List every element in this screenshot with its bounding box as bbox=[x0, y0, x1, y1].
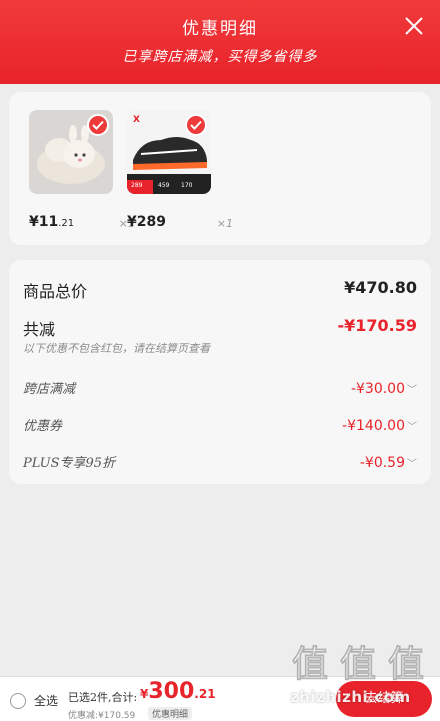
select-all-label[interactable]: 全选 bbox=[34, 692, 58, 709]
checkout-bar: 全选 已选2件,合计: ¥300.21 优惠减:¥170.59 优惠明细 去结算 bbox=[0, 676, 440, 721]
total-discount-value: -¥170.59 bbox=[337, 316, 417, 335]
product-qty: ×1 bbox=[216, 217, 233, 230]
discount-item-label: 跨店满减 bbox=[23, 382, 76, 397]
product-image-sneaker: X 289 459 170 bbox=[127, 110, 211, 194]
selected-count: 已选2件,合计: bbox=[68, 691, 138, 704]
discount-item-value: -¥30.00 bbox=[350, 381, 405, 397]
chevron-down-icon[interactable]: ﹀ bbox=[407, 459, 417, 470]
discount-item-value-wrap: -¥0.59 ﹀ bbox=[360, 452, 417, 471]
order-total: ¥300.21 bbox=[140, 679, 216, 704]
check-icon[interactable] bbox=[87, 114, 109, 136]
checkout-button[interactable]: 去结算 bbox=[336, 681, 432, 717]
chevron-down-icon[interactable]: ﹀ bbox=[407, 385, 417, 396]
discount-item-label: PLUS专享95折 bbox=[23, 456, 116, 471]
subtotal-label: 商品总价 bbox=[23, 282, 88, 301]
discount-note: 以下优惠不包含红包，请在结算页查看 bbox=[23, 342, 210, 355]
check-icon[interactable] bbox=[185, 114, 207, 136]
total-discount-label: 共减 bbox=[23, 320, 56, 339]
discount-item-label: 优惠券 bbox=[23, 419, 63, 434]
chevron-down-icon[interactable]: ﹀ bbox=[407, 422, 417, 433]
close-icon[interactable] bbox=[402, 14, 426, 38]
header: 优惠明细 已享跨店满减，买得多省得多 bbox=[0, 0, 440, 84]
brand-logo: X bbox=[133, 115, 140, 125]
product-image-slipper bbox=[29, 110, 113, 194]
discount-item-value: -¥0.59 bbox=[359, 455, 405, 471]
product-card: ¥11.21 ×1 X 289 459 170 ¥289 ×1 bbox=[9, 92, 431, 245]
discount-item-value-wrap: -¥140.00 ﹀ bbox=[342, 415, 417, 434]
discount-summary: 优惠减:¥170.59 bbox=[68, 711, 136, 721]
product-price: ¥11.21 bbox=[29, 214, 75, 230]
product-item-slipper[interactable]: ¥11.21 ×1 bbox=[29, 110, 135, 230]
page-title: 优惠明细 bbox=[182, 19, 258, 39]
subtotal-value: ¥470.80 bbox=[344, 278, 417, 297]
radio-icon[interactable] bbox=[10, 693, 26, 709]
discount-detail-chip[interactable]: 优惠明细 bbox=[148, 707, 193, 720]
price-summary-card: 商品总价 ¥470.80 共减 -¥170.59 以下优惠不包含红包，请在结算页… bbox=[9, 260, 431, 484]
discount-item-value: -¥140.00 bbox=[342, 418, 405, 434]
discount-item-value-wrap: -¥30.00 ﹀ bbox=[351, 378, 417, 397]
page-subtitle: 已享跨店满减，买得多省得多 bbox=[122, 49, 318, 65]
product-price: ¥289 bbox=[127, 214, 166, 230]
discount-sheet: ¥11.21 ×1 X 289 459 170 ¥289 ×1 商品总价 ¥47… bbox=[0, 84, 440, 720]
product-item-sneaker[interactable]: X 289 459 170 ¥289 ×1 bbox=[127, 110, 233, 230]
